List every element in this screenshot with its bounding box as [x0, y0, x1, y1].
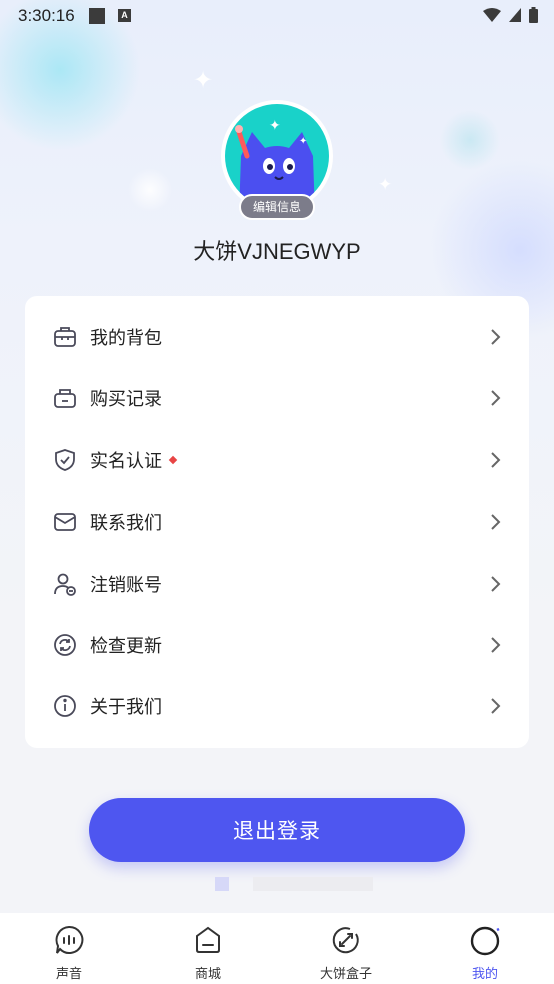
menu-item-label: 注销账号 — [90, 575, 162, 595]
chevron-right-icon — [491, 452, 501, 468]
chevron-right-icon — [491, 637, 501, 653]
menu-item-contact-us[interactable]: 联系我们 — [25, 492, 529, 552]
blurred-placeholder — [253, 877, 373, 891]
nav-tab-dabing-box[interactable]: 大饼盒子 — [277, 913, 415, 984]
shop-icon — [196, 926, 220, 953]
status-time: 3:30:16 — [18, 6, 75, 25]
backpack-icon — [52, 324, 78, 350]
svg-text:✦: ✦ — [299, 136, 307, 147]
blurred-placeholder — [215, 877, 229, 891]
menu-card: 我的背包 购买记录 实名认证 联系我们 注销账号 检查更新 关于我们 — [25, 296, 529, 748]
sparkle-icon: ✦ — [378, 175, 393, 194]
menu-item-about-us[interactable]: 关于我们 — [25, 676, 529, 736]
info-icon — [52, 693, 78, 719]
status-bar: 3:30:16 A — [0, 0, 554, 32]
cat-mascot-icon: ✦ ✦ — [235, 117, 315, 208]
chevron-right-icon — [491, 329, 501, 345]
nav-tab-shop[interactable]: 商城 — [139, 913, 277, 984]
notification-dot — [168, 456, 178, 465]
avatar-image: ✦ ✦ — [225, 104, 329, 208]
nav-label: 商城 — [194, 966, 221, 981]
link-icon — [332, 927, 359, 954]
menu-item-label: 我的背包 — [90, 328, 162, 348]
nav-label: 声音 — [55, 966, 82, 981]
battery-icon — [529, 7, 538, 23]
menu-item-check-update[interactable]: 检查更新 — [25, 615, 529, 675]
bottom-nav: 声音 商城 大饼盒子 我的 — [0, 913, 554, 984]
menu-item-label: 实名认证 — [90, 451, 162, 471]
chevron-right-icon — [491, 514, 501, 530]
menu-item-purchase-history[interactable]: 购买记录 — [25, 368, 529, 428]
chat-bubble-icon — [55, 925, 84, 954]
nav-tab-mine[interactable]: 我的 — [416, 913, 554, 984]
wifi-icon — [483, 8, 501, 22]
edit-profile-button[interactable]: 编辑信息 — [239, 194, 315, 220]
menu-item-label: 联系我们 — [90, 513, 162, 533]
menu-item-backpack[interactable]: 我的背包 — [25, 307, 529, 367]
chevron-right-icon — [491, 576, 501, 592]
nav-label: 大饼盒子 — [319, 966, 372, 981]
menu-item-label: 购买记录 — [90, 389, 162, 409]
menu-item-real-name-verification[interactable]: 实名认证 — [25, 430, 529, 490]
chevron-right-icon — [491, 698, 501, 714]
user-remove-icon — [52, 571, 78, 597]
menu-item-label: 关于我们 — [90, 697, 162, 717]
nav-tab-sound[interactable]: 声音 — [0, 913, 138, 984]
shopping-bag-icon — [52, 385, 78, 411]
logout-button[interactable]: 退出登录 — [89, 798, 465, 862]
refresh-icon — [52, 632, 78, 658]
menu-item-delete-account[interactable]: 注销账号 — [25, 554, 529, 614]
menu-item-label: 检查更新 — [90, 636, 162, 656]
svg-text:✦: ✦ — [269, 117, 281, 133]
keyboard-notification-icon: A — [118, 9, 131, 22]
chevron-right-icon — [491, 390, 501, 406]
mail-icon — [52, 509, 78, 535]
username: 大饼VJNEGWYP — [193, 239, 361, 264]
signal-icon — [509, 8, 521, 22]
notification-icon — [89, 8, 105, 24]
menu-item-label-wrap: 实名认证 — [90, 447, 178, 473]
sparkle-icon: ✦ — [193, 67, 214, 94]
shield-check-icon — [52, 447, 78, 473]
nav-label: 我的 — [471, 966, 498, 981]
profile-icon — [470, 926, 500, 956]
